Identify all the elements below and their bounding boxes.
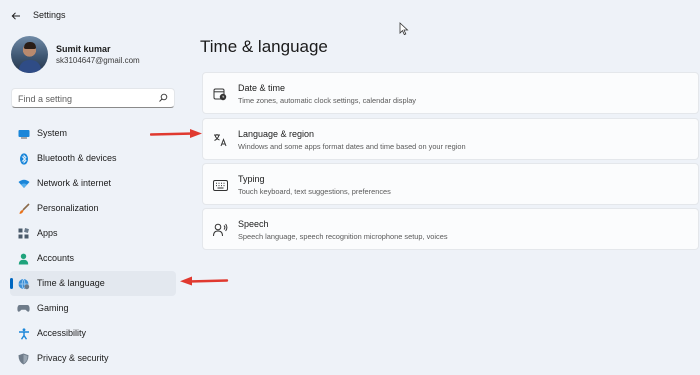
card-description: Time zones, automatic clock settings, ca… (238, 96, 417, 105)
search-input[interactable] (18, 92, 154, 105)
sidebar-item-label: Time & language (37, 278, 105, 288)
sidebar-item-label: Accessibility (37, 328, 87, 338)
apps-icon (17, 227, 30, 240)
keyboard-icon (212, 177, 228, 193)
sidebar-item-personalization[interactable]: Personalization (10, 196, 176, 221)
back-button[interactable] (8, 8, 24, 24)
card-date-time[interactable]: Date & time Time zones, automatic clock … (202, 72, 699, 114)
sidebar-item-label: Personalization (37, 203, 99, 213)
speech-icon (212, 222, 228, 238)
sidebar-item-bluetooth[interactable]: Bluetooth & devices (10, 146, 176, 171)
sidebar-item-time-language[interactable]: Time & language (10, 271, 176, 296)
sidebar-item-label: Network & internet (37, 178, 112, 188)
card-language-region[interactable]: Language & region Windows and some apps … (202, 118, 699, 160)
brush-icon (17, 202, 30, 215)
back-arrow-icon (11, 12, 20, 20)
search-box[interactable] (11, 88, 175, 108)
sidebar-item-label: Apps (37, 228, 58, 238)
app-title: Settings (33, 10, 66, 20)
card-description: Windows and some apps format dates and t… (238, 142, 466, 151)
sidebar-nav: System Bluetooth & devices Network & int… (10, 121, 176, 371)
language-icon (212, 132, 228, 148)
calendar-clock-icon (212, 86, 228, 102)
card-description: Touch keyboard, text suggestions, prefer… (238, 187, 391, 196)
card-title: Date & time (238, 83, 286, 93)
user-name: Sumit kumar (56, 44, 111, 54)
card-description: Speech language, speech recognition micr… (238, 232, 448, 241)
sidebar-item-label: Accounts (37, 253, 75, 263)
sidebar-item-label: System (37, 128, 68, 138)
card-title: Language & region (238, 129, 315, 139)
sidebar-item-gaming[interactable]: Gaming (10, 296, 176, 321)
selection-indicator (10, 278, 13, 289)
sidebar-item-label: Privacy & security (37, 353, 109, 363)
sidebar-item-accounts[interactable]: Accounts (10, 246, 176, 271)
annotation-arrow-icon (180, 276, 229, 286)
person-icon (17, 252, 30, 265)
mouse-cursor-icon (399, 22, 409, 36)
sidebar-item-privacy-security[interactable]: Privacy & security (10, 346, 176, 371)
sidebar-item-accessibility[interactable]: Accessibility (10, 321, 176, 346)
bluetooth-icon (17, 152, 30, 165)
wifi-icon (17, 177, 30, 190)
page-title: Time & language (200, 37, 328, 56)
title-bar: Settings (0, 0, 700, 30)
card-title: Typing (238, 174, 265, 184)
sidebar-item-network[interactable]: Network & internet (10, 171, 176, 196)
card-speech[interactable]: Speech Speech language, speech recogniti… (202, 208, 699, 250)
shield-icon (17, 352, 30, 365)
annotation-arrow-icon (150, 129, 202, 138)
user-email: sk3104647@gmail.com (56, 56, 140, 65)
globe-clock-icon (17, 277, 30, 290)
accessibility-icon (17, 327, 30, 340)
card-title: Speech (238, 219, 269, 229)
sidebar-item-label: Gaming (37, 303, 69, 313)
gamepad-icon (17, 302, 30, 315)
monitor-icon (17, 127, 30, 140)
sidebar-item-apps[interactable]: Apps (10, 221, 176, 246)
search-icon[interactable] (158, 93, 168, 103)
avatar[interactable] (11, 36, 48, 73)
sidebar-item-label: Bluetooth & devices (37, 153, 117, 163)
card-typing[interactable]: Typing Touch keyboard, text suggestions,… (202, 163, 699, 205)
